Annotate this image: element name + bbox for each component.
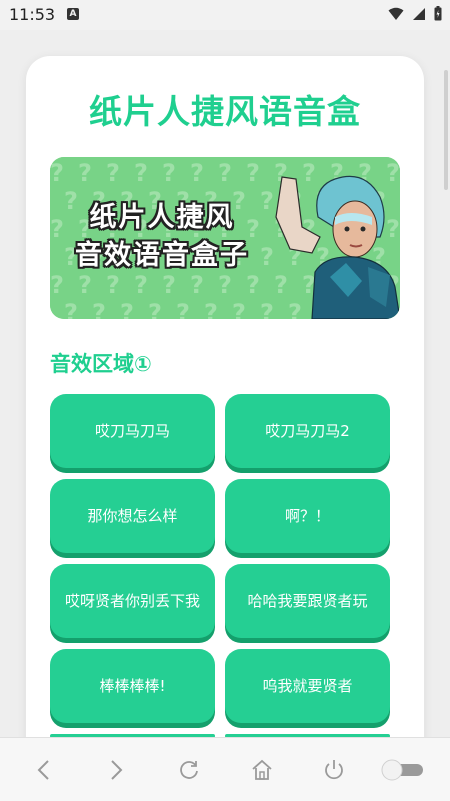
pattern-glyph: ? bbox=[106, 159, 120, 187]
pattern-glyph: ? bbox=[120, 299, 134, 319]
pattern-glyph: ? bbox=[106, 271, 120, 299]
pattern-glyph: ? bbox=[92, 299, 106, 319]
pattern-glyph: ? bbox=[148, 299, 162, 319]
battery-icon bbox=[434, 6, 442, 25]
sound-button[interactable]: 哎呀贤者你别丢下我 bbox=[50, 564, 215, 638]
banner-text: 纸片人捷风 音效语音盒子 bbox=[62, 199, 262, 275]
pattern-glyph: ? bbox=[386, 159, 400, 187]
sound-button[interactable]: 哎刀马刀马2 bbox=[225, 394, 390, 468]
status-time: 11:53 bbox=[9, 5, 56, 24]
banner-image: ????????????????????????????????????????… bbox=[50, 157, 400, 319]
status-bar: 11:53 A bbox=[0, 0, 450, 30]
browser-nav-bar bbox=[0, 737, 450, 801]
pattern-glyph: ? bbox=[288, 299, 302, 319]
sound-button[interactable]: 啊？！ bbox=[225, 479, 390, 553]
pattern-glyph: ? bbox=[50, 159, 64, 187]
sound-button[interactable]: 哈哈我要跟贤者玩 bbox=[225, 564, 390, 638]
pattern-glyph: ? bbox=[260, 299, 274, 319]
pattern-glyph: ? bbox=[64, 299, 78, 319]
forward-icon[interactable] bbox=[102, 756, 130, 784]
sound-button[interactable]: 那你想怎么样 bbox=[50, 479, 215, 553]
pattern-glyph: ? bbox=[134, 271, 148, 299]
pattern-glyph: ? bbox=[162, 159, 176, 187]
pattern-glyph: ? bbox=[176, 299, 190, 319]
pattern-glyph: ? bbox=[190, 159, 204, 187]
pattern-glyph: ? bbox=[246, 159, 260, 187]
pattern-glyph: ? bbox=[78, 159, 92, 187]
wifi-icon bbox=[388, 6, 404, 25]
section-title: 音效区域① bbox=[50, 352, 152, 376]
refresh-icon[interactable] bbox=[175, 756, 203, 784]
banner-line-1: 纸片人捷风 bbox=[89, 202, 235, 233]
pattern-glyph: ? bbox=[218, 271, 232, 299]
back-icon[interactable] bbox=[30, 756, 58, 784]
pattern-glyph: ? bbox=[260, 243, 274, 271]
banner-line-2: 音效语音盒子 bbox=[75, 240, 249, 271]
sound-button[interactable]: 棒棒棒棒! bbox=[50, 649, 215, 723]
pattern-glyph: ? bbox=[162, 271, 176, 299]
pattern-glyph: ? bbox=[246, 271, 260, 299]
pattern-glyph: ? bbox=[50, 271, 64, 299]
sound-button[interactable]: 哎刀马刀马 bbox=[50, 394, 215, 468]
pattern-glyph: ? bbox=[218, 159, 232, 187]
power-icon[interactable] bbox=[320, 756, 348, 784]
notification-icon: A bbox=[67, 8, 79, 20]
pattern-glyph: ? bbox=[78, 271, 92, 299]
pattern-glyph: ? bbox=[302, 159, 316, 187]
pattern-glyph: ? bbox=[274, 271, 288, 299]
pattern-glyph: ? bbox=[260, 187, 274, 215]
home-icon[interactable] bbox=[248, 756, 276, 784]
pattern-glyph: ? bbox=[190, 271, 204, 299]
pattern-glyph: ? bbox=[386, 215, 400, 243]
status-icons bbox=[388, 6, 442, 25]
pattern-glyph: ? bbox=[204, 299, 218, 319]
pattern-glyph: ? bbox=[134, 159, 148, 187]
page-title: 纸片人捷风语音盒 bbox=[89, 92, 361, 131]
signal-icon bbox=[412, 6, 426, 25]
toggle-switch[interactable] bbox=[380, 756, 426, 784]
pattern-glyph: ? bbox=[232, 299, 246, 319]
sound-button[interactable]: 呜我就要贤者 bbox=[225, 649, 390, 723]
